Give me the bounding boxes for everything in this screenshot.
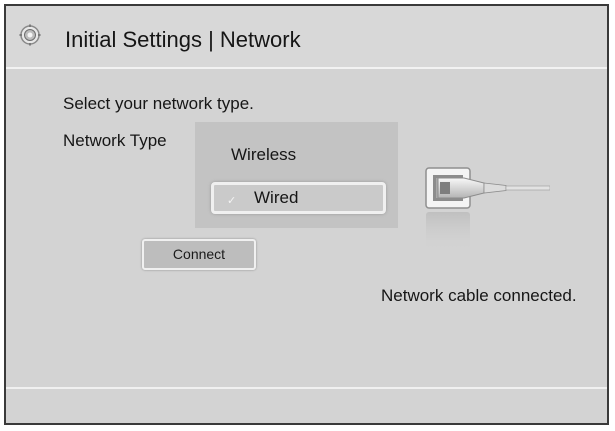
instruction-text: Select your network type. bbox=[63, 94, 254, 113]
ethernet-cable-icon bbox=[425, 167, 550, 252]
page-title: Initial Settings | Network bbox=[65, 27, 301, 52]
check-icon: ✓ bbox=[227, 195, 237, 207]
option-wired-label: Wired bbox=[254, 188, 299, 207]
title-bar: Initial Settings | Network bbox=[6, 6, 607, 69]
settings-screen: Initial Settings | Network Select your n… bbox=[4, 4, 609, 425]
network-type-label: Network Type bbox=[63, 131, 167, 150]
footer-divider bbox=[6, 387, 607, 389]
option-wireless[interactable]: Wireless bbox=[211, 138, 386, 170]
connect-button[interactable]: Connect bbox=[142, 239, 256, 270]
network-type-list: Wireless ✓ Wired bbox=[195, 122, 398, 228]
option-wireless-label: Wireless bbox=[231, 145, 297, 164]
option-wired[interactable]: ✓ Wired bbox=[211, 182, 386, 214]
gear-icon bbox=[19, 24, 41, 46]
connection-status-text: Network cable connected. bbox=[381, 286, 577, 305]
